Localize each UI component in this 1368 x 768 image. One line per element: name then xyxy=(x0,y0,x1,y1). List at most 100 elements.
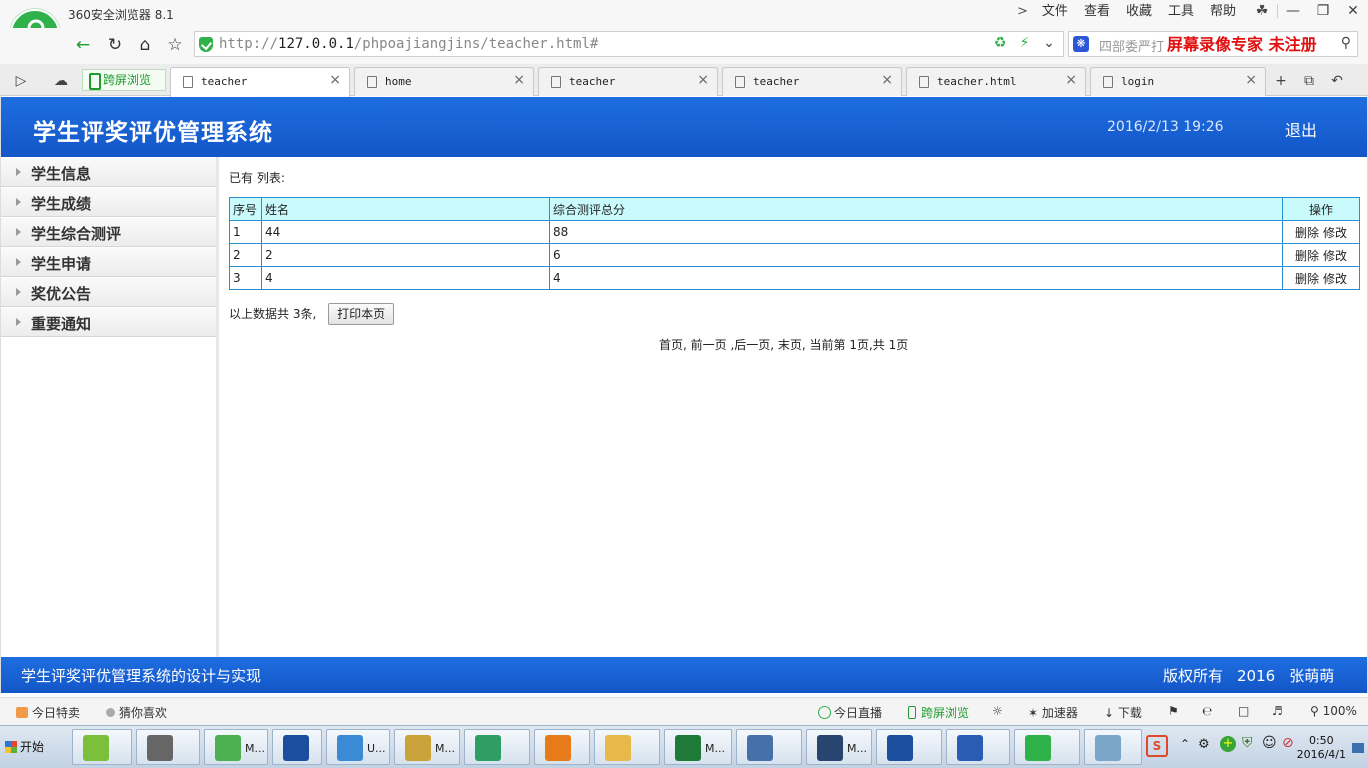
tray-expand-icon[interactable]: ⌃ xyxy=(1180,737,1190,751)
search-input[interactable]: 四部委严打 xyxy=(1099,36,1164,55)
taskbar-button[interactable]: M... xyxy=(394,729,460,765)
s-logo-icon[interactable]: S xyxy=(1146,735,1168,757)
window-icon[interactable]: □ xyxy=(1238,704,1249,718)
ie-icon[interactable]: ℮ xyxy=(1202,704,1212,718)
tab-teacher-active[interactable]: teacher × xyxy=(170,67,350,97)
volume-icon[interactable]: ♬ xyxy=(1272,704,1283,718)
sidebar-item-student-scores[interactable]: 学生成绩 xyxy=(1,187,216,217)
maximize-button[interactable]: ❐ xyxy=(1308,0,1338,22)
zoom-control[interactable]: ⚲ 100% xyxy=(1310,704,1357,718)
taskbar-button[interactable] xyxy=(1084,729,1142,765)
logout-link[interactable]: 退出 xyxy=(1285,117,1317,141)
start-button[interactable]: 开始 xyxy=(2,732,52,762)
star-icon[interactable]: ☆ xyxy=(162,32,188,58)
print-page-button[interactable]: 打印本页 xyxy=(328,303,395,325)
chevron-right-icon[interactable]: > xyxy=(1011,3,1034,21)
window-controls: ☘ — ❐ ✕ xyxy=(1247,0,1368,22)
address-bar[interactable]: http://127.0.0.1/phpoajiangjins/teacher.… xyxy=(194,31,1064,57)
browser360-icon xyxy=(1025,735,1051,761)
delete-link[interactable]: 删除 xyxy=(1295,249,1319,263)
search-engine-icon[interactable]: ❋ xyxy=(1073,36,1089,52)
plus-icon[interactable]: + xyxy=(1220,736,1236,752)
tab-list-icon[interactable]: ⧉ xyxy=(1296,70,1322,92)
close-icon[interactable]: × xyxy=(329,72,341,88)
tab-teacher-html[interactable]: teacher.html × xyxy=(906,67,1086,96)
close-icon[interactable]: × xyxy=(513,72,525,88)
cross-screen-link[interactable]: 跨屏浏览 xyxy=(908,704,969,721)
new-tab-icon[interactable]: + xyxy=(1268,70,1294,92)
tab-home[interactable]: home × xyxy=(354,67,534,96)
column-header-score: 综合测评总分 xyxy=(549,197,1283,221)
taskbar-button[interactable] xyxy=(1014,729,1080,765)
sidebar-item-important-notice[interactable]: 重要通知 xyxy=(1,307,216,337)
taskbar-button[interactable] xyxy=(876,729,942,765)
delete-link[interactable]: 删除 xyxy=(1295,272,1319,286)
close-icon[interactable]: × xyxy=(697,72,709,88)
taskbar-button[interactable]: U... xyxy=(326,729,390,765)
edit-link[interactable]: 修改 xyxy=(1323,226,1347,240)
cloud-icon[interactable]: ☁ xyxy=(48,70,74,92)
taskbar-button[interactable]: M... xyxy=(204,729,268,765)
taskbar-button[interactable] xyxy=(594,729,660,765)
network-icon[interactable]: ⚙ xyxy=(1198,737,1210,752)
taskbar-button[interactable] xyxy=(946,729,1010,765)
tab-label: home xyxy=(385,75,412,88)
delete-link[interactable]: 删除 xyxy=(1295,226,1319,240)
chevron-down-icon[interactable]: ⌄ xyxy=(1039,35,1059,51)
show-desktop-icon[interactable] xyxy=(1352,743,1364,753)
taskbar-button[interactable]: M... xyxy=(664,729,732,765)
taskbar-button[interactable] xyxy=(736,729,802,765)
menu-favorites[interactable]: 收藏 xyxy=(1118,3,1160,21)
guess-you-like-link[interactable]: 猜你喜欢 xyxy=(106,704,167,721)
shield-tray-icon[interactable]: ⛨ xyxy=(1242,735,1253,751)
url-text[interactable]: http://127.0.0.1/phpoajiangjins/teacher.… xyxy=(219,36,598,52)
cross-screen-button[interactable]: 跨屏浏览 xyxy=(82,69,166,91)
sidebar-item-comprehensive-evaluation[interactable]: 学生综合测评 xyxy=(1,217,216,247)
refresh-icon[interactable]: ↻ xyxy=(102,32,128,58)
accelerator-link[interactable]: ✶ 加速器 xyxy=(1028,704,1078,721)
menu-tools[interactable]: 工具 xyxy=(1160,3,1202,21)
taskbar-button[interactable] xyxy=(464,729,530,765)
sidebar-toggle-icon[interactable]: ▷ xyxy=(8,70,34,92)
privacy-icon[interactable]: ☼ xyxy=(992,704,1003,718)
folder-icon xyxy=(605,735,631,761)
pagination[interactable]: 首页, 前一页 ,后一页, 末页, 当前第 1页,共 1页 xyxy=(659,336,908,353)
taskbar-button[interactable]: M... xyxy=(806,729,872,765)
live-today-link[interactable]: 今日直播 xyxy=(818,704,882,721)
undo-close-icon[interactable]: ↶ xyxy=(1324,70,1350,92)
sidebar-item-award-announcement[interactable]: 奖优公告 xyxy=(1,277,216,307)
search-icon[interactable]: ⚲ xyxy=(1341,35,1351,51)
back-arrow-icon[interactable]: ← xyxy=(70,32,96,58)
sidebar-item-student-application[interactable]: 学生申请 xyxy=(1,247,216,277)
menu-view[interactable]: 查看 xyxy=(1076,3,1118,21)
skin-icon[interactable]: ☘ xyxy=(1247,0,1277,22)
today-deals-link[interactable]: 今日特卖 xyxy=(16,704,80,721)
close-icon[interactable]: × xyxy=(881,72,893,88)
qq-icon[interactable]: ☺ xyxy=(1262,735,1277,751)
menu-file[interactable]: 文件 xyxy=(1034,3,1076,21)
taskbar-button[interactable] xyxy=(272,729,322,765)
close-button[interactable]: ✕ xyxy=(1338,0,1368,22)
home-icon[interactable]: ⌂ xyxy=(132,32,158,58)
security-shield-icon xyxy=(199,37,213,52)
download-link[interactable]: ↓ 下载 xyxy=(1104,704,1142,721)
mute-icon[interactable]: ⊘ xyxy=(1282,735,1294,751)
tab-teacher-3[interactable]: teacher × xyxy=(722,67,902,96)
edit-link[interactable]: 修改 xyxy=(1323,249,1347,263)
tab-login[interactable]: login × xyxy=(1090,67,1266,96)
tab-teacher-2[interactable]: teacher × xyxy=(538,67,718,96)
sidebar-item-student-info[interactable]: 学生信息 xyxy=(1,157,216,187)
recycle-icon[interactable]: ♻ xyxy=(990,35,1010,51)
lightning-icon[interactable]: ⚡ xyxy=(1015,35,1035,51)
system-clock[interactable]: 0:50 2016/4/1 xyxy=(1297,734,1346,762)
taskbar-button[interactable] xyxy=(72,729,132,765)
taskbar-button[interactable] xyxy=(136,729,200,765)
minimize-button[interactable]: — xyxy=(1278,0,1308,22)
close-icon[interactable]: × xyxy=(1245,72,1257,88)
menu-help[interactable]: 帮助 xyxy=(1202,3,1244,21)
flag-icon[interactable]: ⚑ xyxy=(1168,704,1179,718)
search-box[interactable]: ❋ 四部委严打 屏幕录像专家 未注册 ⚲ xyxy=(1068,31,1358,57)
edit-link[interactable]: 修改 xyxy=(1323,272,1347,286)
close-icon[interactable]: × xyxy=(1065,72,1077,88)
taskbar-button[interactable] xyxy=(534,729,590,765)
